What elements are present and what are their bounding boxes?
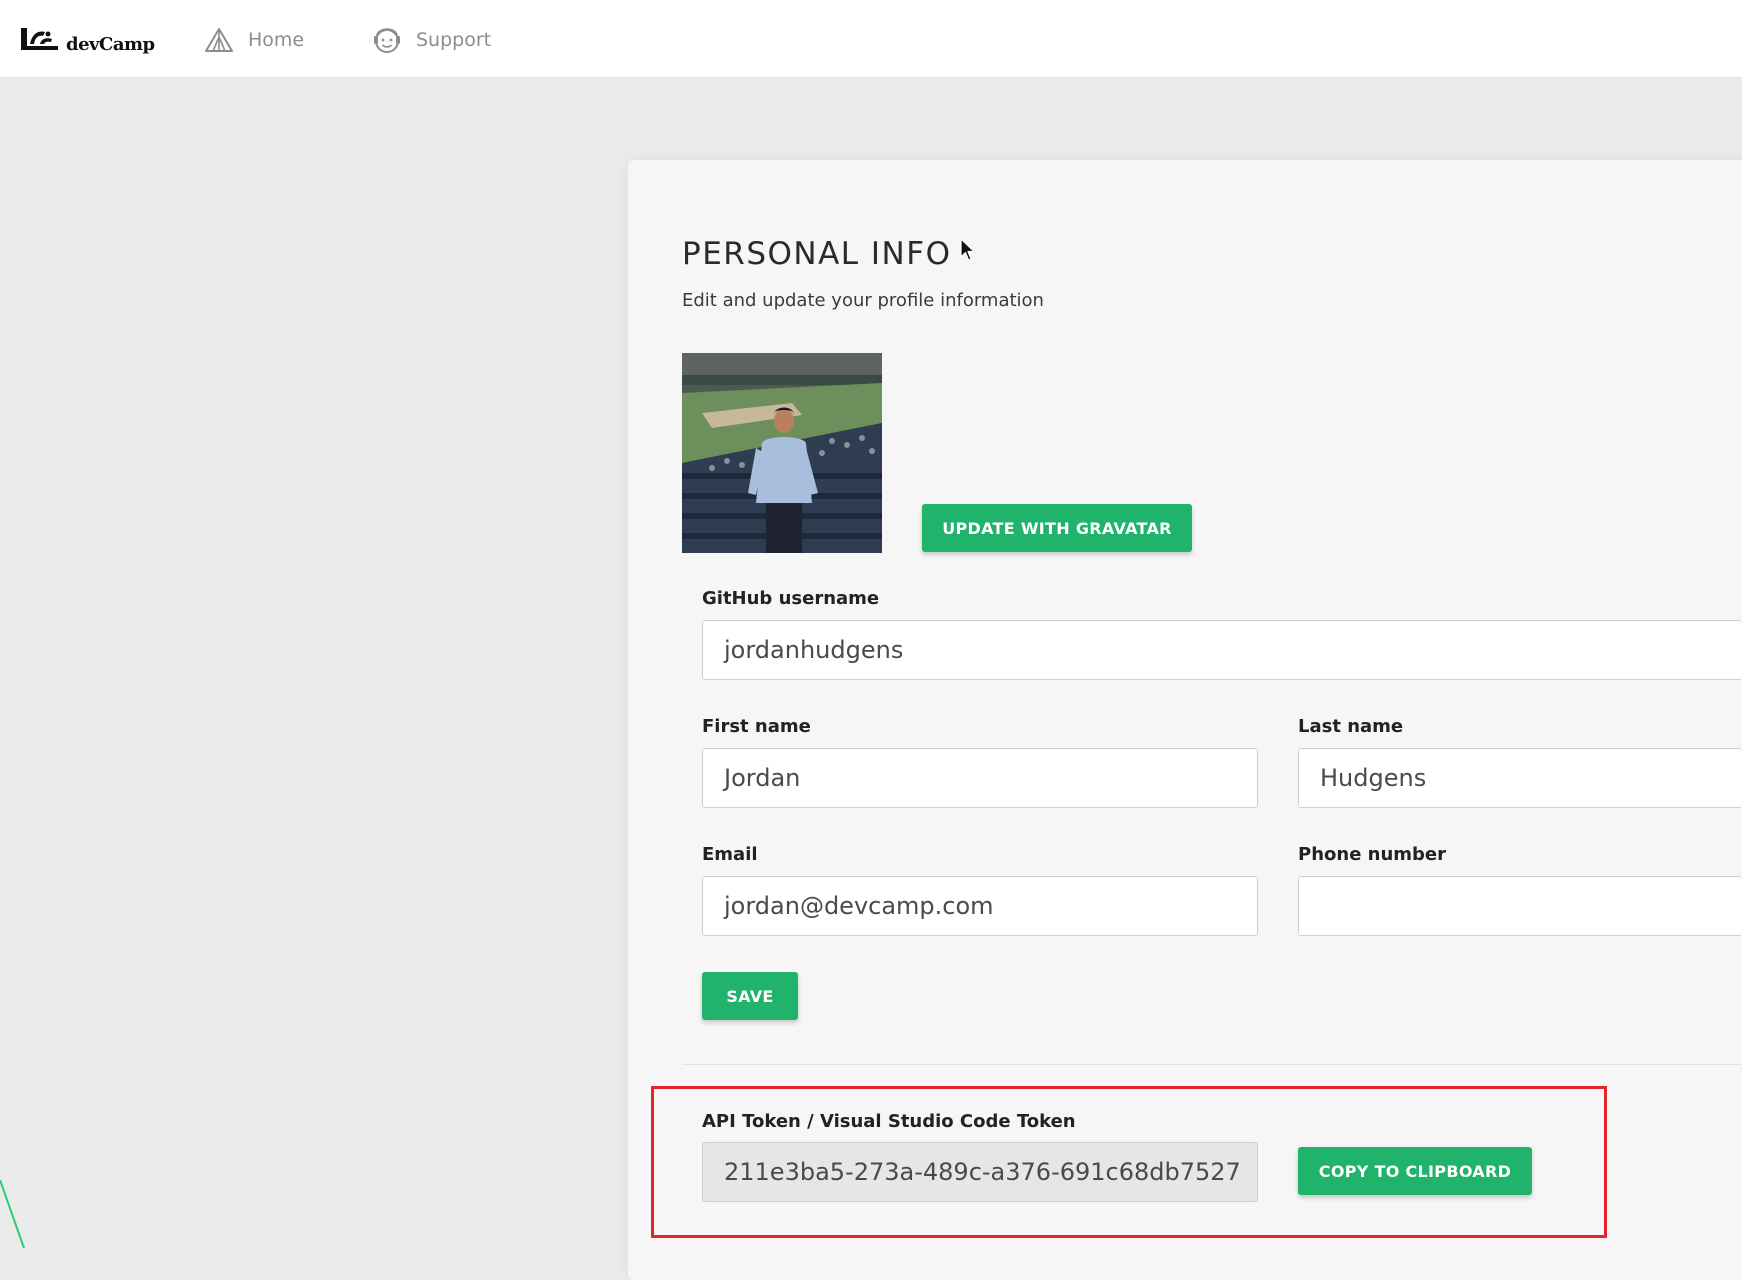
phone-number-label: Phone number [1298, 844, 1447, 865]
page-subtitle: Edit and update your profile information [682, 290, 1044, 311]
mouse-cursor-icon [960, 238, 975, 261]
email-label: Email [702, 844, 758, 865]
save-button[interactable]: SAVE [702, 972, 798, 1020]
nav-home[interactable]: Home [204, 22, 304, 58]
update-with-gravatar-button[interactable]: UPDATE WITH GRAVATAR [922, 504, 1192, 552]
nav-support[interactable]: Support [372, 22, 491, 58]
avatar-photo [682, 353, 882, 553]
api-token-highlight-box [651, 1086, 1607, 1238]
section-divider [682, 1064, 1742, 1065]
first-name-input[interactable]: Jordan [702, 748, 1258, 808]
last-name-label: Last name [1298, 716, 1404, 737]
phone-number-input[interactable] [1298, 876, 1742, 936]
avatar [682, 353, 882, 553]
tent-icon [205, 28, 233, 52]
github-username-label: GitHub username [702, 588, 880, 609]
last-name-input[interactable]: Hudgens [1298, 748, 1742, 808]
brand-name: devCamp [66, 33, 155, 55]
github-username-input[interactable]: jordanhudgens [702, 620, 1742, 680]
top-nav-bar: devCamp Home Support [0, 0, 1742, 78]
devcamp-logo[interactable]: devCamp [18, 22, 155, 58]
nav-home-label: Home [248, 29, 305, 51]
first-name-label: First name [702, 716, 811, 737]
email-input[interactable]: jordan@devcamp.com [702, 876, 1258, 936]
nav-support-label: Support [416, 29, 492, 51]
devcamp-logo-icon [21, 28, 58, 50]
support-face-icon [374, 28, 400, 53]
decorative-line [0, 1180, 25, 1248]
page-title: PERSONAL INFO [682, 236, 952, 272]
